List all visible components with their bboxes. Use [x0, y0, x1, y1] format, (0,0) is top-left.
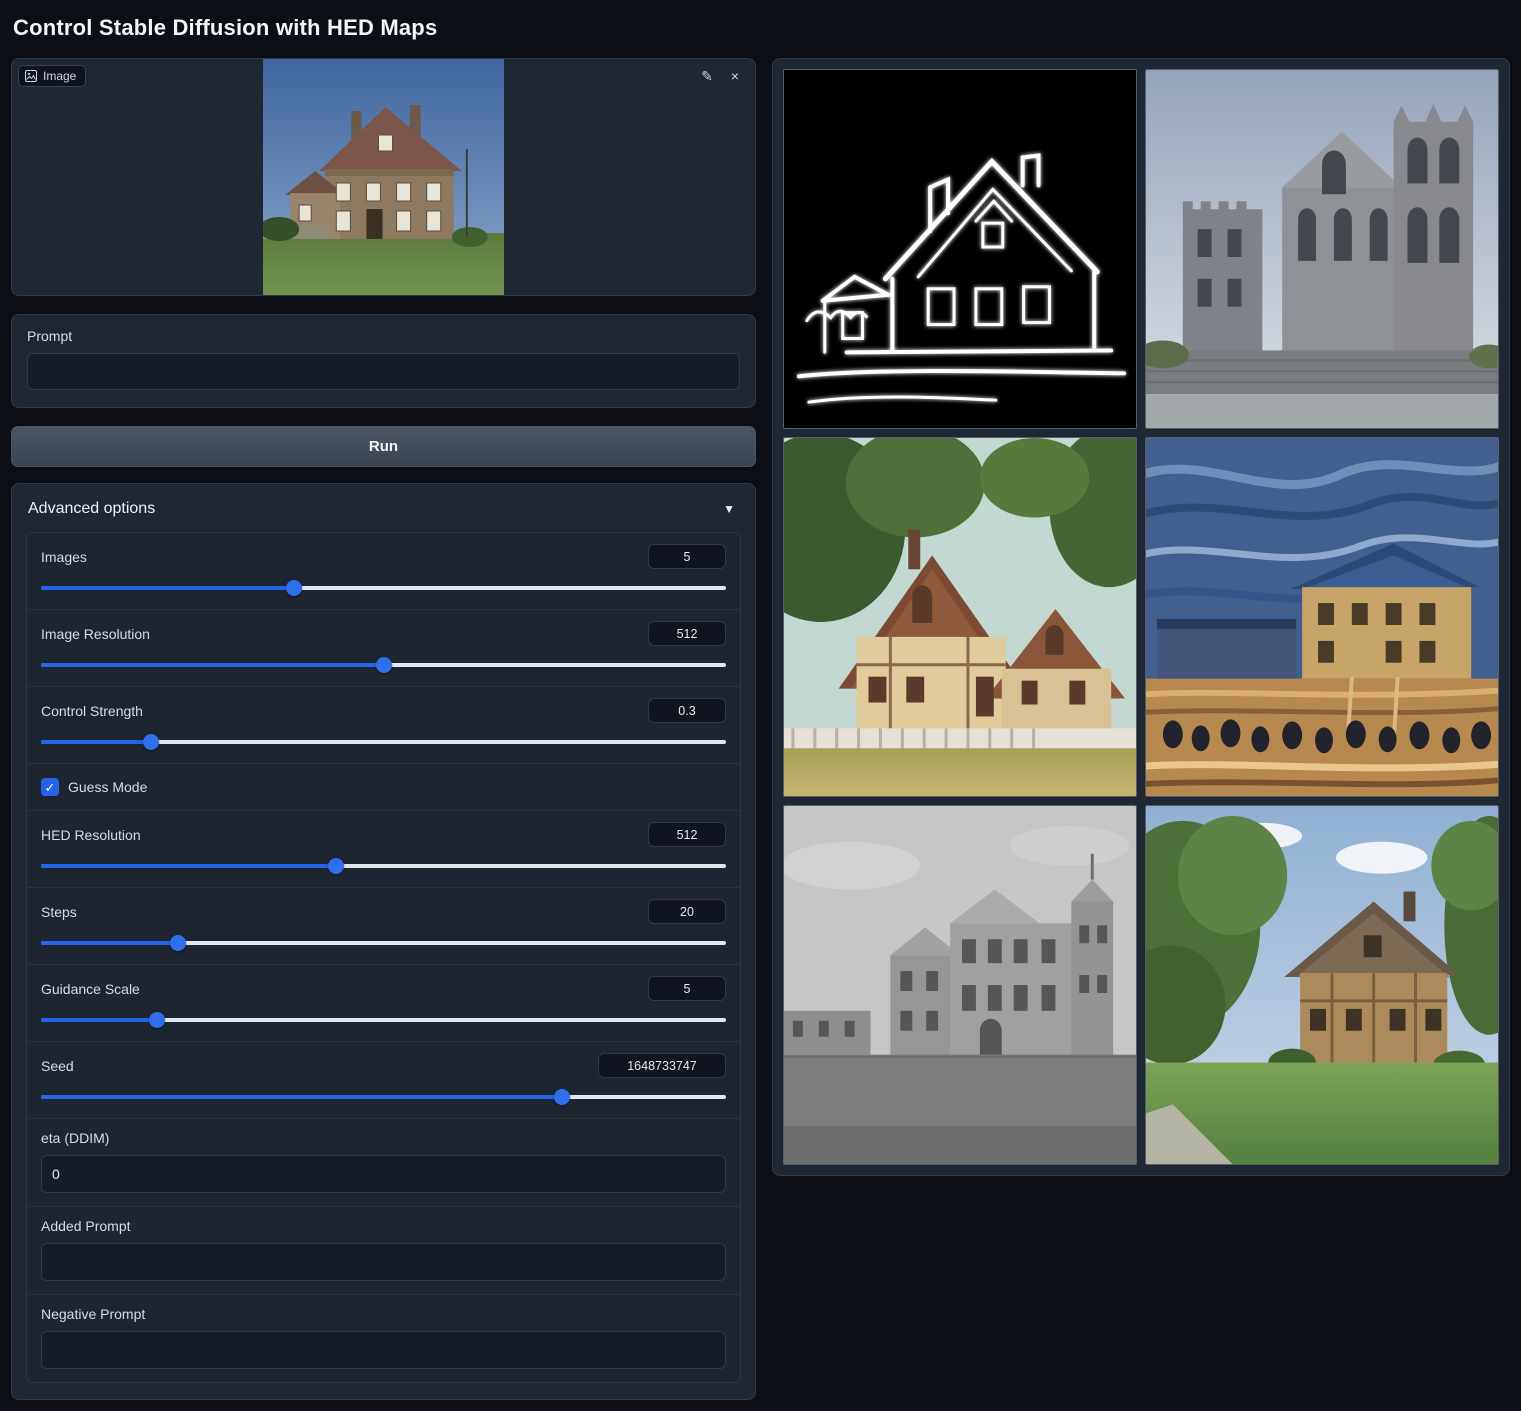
cathedral-image: [1146, 70, 1498, 428]
slider-thumb[interactable]: [149, 1012, 165, 1028]
image-input[interactable]: Image ✎ ×: [11, 58, 756, 296]
uploaded-house-photo[interactable]: [263, 59, 504, 295]
image-label-badge: Image: [18, 65, 86, 87]
images-slider[interactable]: [41, 580, 726, 596]
guidance-scale-row: Guidance Scale: [27, 965, 740, 1042]
eta-input[interactable]: [41, 1155, 726, 1193]
added-prompt-label: Added Prompt: [41, 1218, 726, 1234]
stylized-painting-image: [1146, 438, 1498, 796]
steps-value-input[interactable]: [648, 899, 726, 924]
negative-prompt-label: Negative Prompt: [41, 1306, 726, 1322]
gallery-item-house-with-trees[interactable]: [1145, 805, 1499, 1165]
control-strength-value-input[interactable]: [648, 698, 726, 723]
image-resolution-slider[interactable]: [41, 657, 726, 673]
slider-fill: [41, 1095, 562, 1099]
seed-label: Seed: [41, 1058, 74, 1074]
gallery-item-grayscale-building[interactable]: [783, 805, 1137, 1165]
steps-label: Steps: [41, 904, 77, 920]
added-prompt-row: Added Prompt: [27, 1207, 740, 1295]
painted-house-image: [784, 438, 1136, 796]
chevron-down-icon: ▼: [723, 502, 735, 516]
images-row: Images: [27, 533, 740, 610]
clear-image-button[interactable]: ×: [723, 64, 747, 88]
gallery-item-painted-house[interactable]: [783, 437, 1137, 797]
advanced-options-panel: Advanced options ▼ Images: [11, 483, 756, 1400]
slider-fill: [41, 740, 151, 744]
image-resolution-row: Image Resolution: [27, 610, 740, 687]
slider-fill: [41, 586, 294, 590]
images-value-input[interactable]: [648, 544, 726, 569]
hed-resolution-label: HED Resolution: [41, 827, 141, 843]
prompt-block: Prompt: [11, 314, 756, 408]
control-strength-row: Control Strength: [27, 687, 740, 764]
control-strength-slider[interactable]: [41, 734, 726, 750]
slider-fill: [41, 941, 178, 945]
gallery-item-stylized-painting[interactable]: [1145, 437, 1499, 797]
guess-mode-row: ✓ Guess Mode: [27, 764, 740, 811]
slider-fill: [41, 663, 384, 667]
gallery-item-hed-map[interactable]: [783, 69, 1137, 429]
prompt-input[interactable]: [27, 353, 740, 390]
advanced-options-title: Advanced options: [28, 500, 155, 518]
slider-fill: [41, 864, 336, 868]
run-button[interactable]: Run: [11, 426, 756, 467]
house-photo-image: [263, 59, 504, 295]
negative-prompt-input[interactable]: [41, 1331, 726, 1369]
gallery-item-cathedral[interactable]: [1145, 69, 1499, 429]
check-icon: ✓: [45, 781, 56, 794]
steps-slider[interactable]: [41, 935, 726, 951]
slider-thumb[interactable]: [143, 734, 159, 750]
house-with-trees-image: [1146, 806, 1498, 1164]
slider-thumb[interactable]: [554, 1089, 570, 1105]
app: Control Stable Diffusion with HED Maps I…: [0, 0, 1521, 1411]
hed-resolution-slider[interactable]: [41, 858, 726, 874]
guidance-scale-label: Guidance Scale: [41, 981, 140, 997]
output-gallery: [772, 58, 1510, 1176]
slider-thumb[interactable]: [328, 858, 344, 874]
guess-mode-label[interactable]: Guess Mode: [68, 779, 147, 795]
advanced-options-form: Images Image Resolution: [26, 532, 741, 1383]
slider-thumb[interactable]: [376, 657, 392, 673]
page-title: Control Stable Diffusion with HED Maps: [13, 15, 1510, 41]
slider-thumb[interactable]: [286, 580, 302, 596]
seed-row: Seed: [27, 1042, 740, 1119]
eta-label: eta (DDIM): [41, 1130, 726, 1146]
steps-row: Steps: [27, 888, 740, 965]
advanced-options-header[interactable]: Advanced options ▼: [26, 498, 741, 532]
image-icon: [25, 70, 37, 82]
main-layout: Image ✎ ×: [11, 58, 1510, 1400]
controls-column: Image ✎ ×: [11, 58, 756, 1400]
prompt-label: Prompt: [27, 328, 740, 344]
seed-slider[interactable]: [41, 1089, 726, 1105]
slider-thumb[interactable]: [170, 935, 186, 951]
hed-map-image: [784, 70, 1136, 428]
guidance-scale-slider[interactable]: [41, 1012, 726, 1028]
slider-fill: [41, 1018, 157, 1022]
image-resolution-value-input[interactable]: [648, 621, 726, 646]
image-label: Image: [43, 69, 76, 83]
image-actions: ✎ ×: [695, 64, 747, 88]
hed-resolution-value-input[interactable]: [648, 822, 726, 847]
negative-prompt-row: Negative Prompt: [27, 1295, 740, 1382]
added-prompt-input[interactable]: [41, 1243, 726, 1281]
hed-resolution-row: HED Resolution: [27, 811, 740, 888]
eta-row: eta (DDIM): [27, 1119, 740, 1207]
images-label: Images: [41, 549, 87, 565]
guidance-scale-value-input[interactable]: [648, 976, 726, 1001]
edit-image-button[interactable]: ✎: [695, 64, 719, 88]
guess-mode-checkbox[interactable]: ✓: [41, 778, 59, 796]
image-resolution-label: Image Resolution: [41, 626, 150, 642]
seed-value-input[interactable]: [598, 1053, 726, 1078]
grayscale-building-image: [784, 806, 1136, 1164]
control-strength-label: Control Strength: [41, 703, 143, 719]
